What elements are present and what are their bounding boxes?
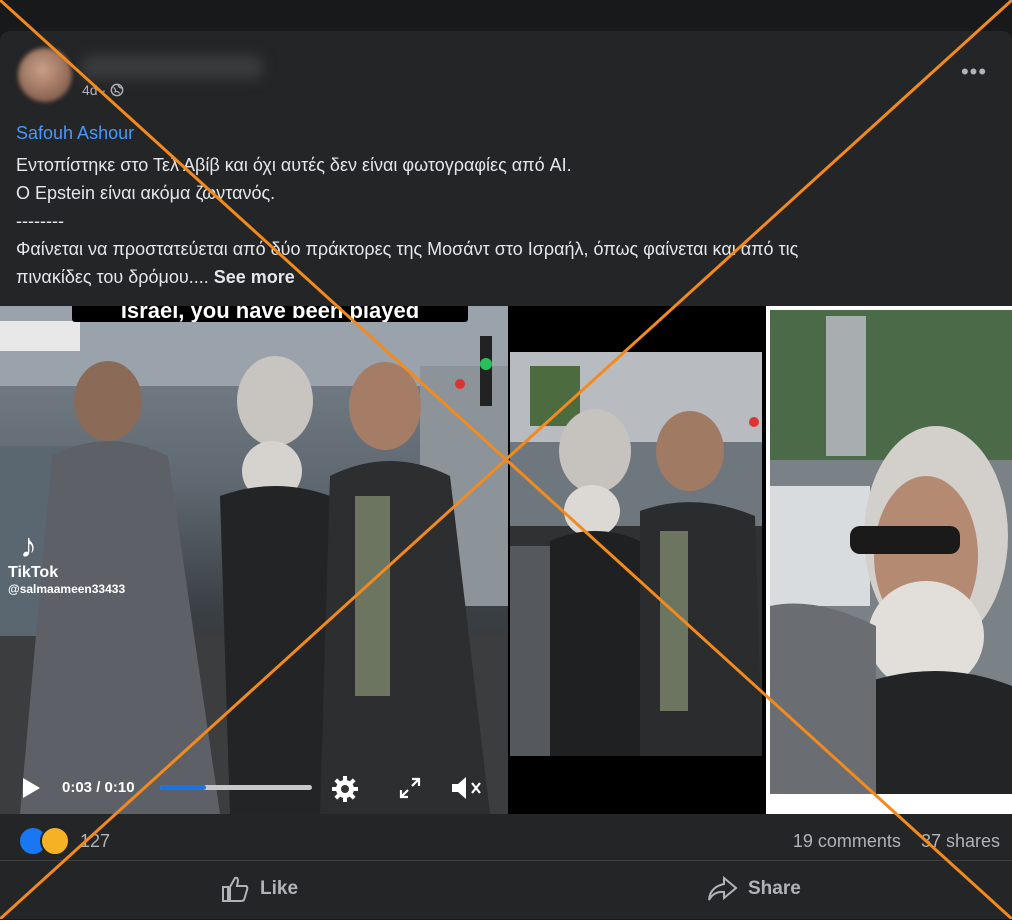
tiktok-watermark: ♪ TikTok @salmaameen33433 xyxy=(8,528,125,596)
photo-2-frame xyxy=(510,352,762,756)
reactions-summary[interactable]: 127 xyxy=(18,826,110,856)
author-name-blurred[interactable] xyxy=(82,55,262,79)
timestamp[interactable]: 4d xyxy=(82,82,98,98)
post-line: Εντοπίστηκε στο Τελ Αβίβ και όχι αυτές δ… xyxy=(16,155,572,175)
video-progress-fill xyxy=(160,785,206,790)
photo-3-frame xyxy=(770,310,1012,794)
see-more-link[interactable]: See more xyxy=(214,267,295,287)
share-button[interactable]: Share xyxy=(706,871,801,907)
video-controls: 0:03 / 0:10 xyxy=(0,762,508,814)
post-line: Φαίνεται να προστατεύεται από δύο πράκτο… xyxy=(16,239,799,259)
more-options-icon[interactable]: ••• xyxy=(956,61,992,90)
gear-icon[interactable] xyxy=(330,774,360,804)
wow-reaction-icon xyxy=(40,826,70,856)
thumbs-up-icon xyxy=(222,876,249,902)
video-time: 0:03 / 0:10 xyxy=(62,779,135,796)
play-icon[interactable] xyxy=(20,776,42,800)
post-line-last: πινακίδες του δρόμου.... See more xyxy=(16,263,1006,291)
tiktok-username: @salmaameen33433 xyxy=(8,582,126,596)
photo-3[interactable] xyxy=(766,306,1012,814)
post-line: Ο Epstein είναι ακόμα ζωντανός. xyxy=(16,183,276,203)
fullscreen-icon[interactable] xyxy=(398,776,422,800)
post-line: πινακίδες του δρόμου.... xyxy=(16,267,214,287)
video-progress-bar[interactable] xyxy=(160,785,312,790)
video-caption: Israel, you have been played xyxy=(72,306,468,322)
post-body: Εντοπίστηκε στο Τελ Αβίβ και όχι αυτές δ… xyxy=(16,151,1006,291)
shares-count[interactable]: 37 shares xyxy=(921,831,1000,852)
top-bar xyxy=(0,0,1012,30)
share-arrow-icon xyxy=(708,875,738,901)
page-name-link[interactable]: Safouh Ashour xyxy=(16,123,134,144)
avatar[interactable] xyxy=(18,48,72,102)
video-player[interactable]: Israel, you have been played ♪ TikTok @s… xyxy=(0,306,508,814)
post-line: -------- xyxy=(16,211,64,231)
like-label: Like xyxy=(260,878,299,899)
post-meta: 4d · xyxy=(82,82,124,98)
globe-icon xyxy=(110,83,124,97)
media-grid: Israel, you have been played ♪ TikTok @s… xyxy=(0,306,1012,814)
tiktok-logo-icon: ♪ xyxy=(20,527,37,565)
photo-2[interactable] xyxy=(510,306,762,814)
action-bar: Like Share xyxy=(0,860,1012,920)
like-button[interactable]: Like xyxy=(220,871,298,907)
tiktok-label: TikTok xyxy=(8,564,59,581)
reaction-count[interactable]: 127 xyxy=(80,831,110,852)
engagement-stats: 19 comments 37 shares xyxy=(793,831,1000,852)
mute-icon[interactable] xyxy=(450,774,484,802)
comments-count[interactable]: 19 comments xyxy=(793,831,901,852)
share-label: Share xyxy=(748,878,801,899)
